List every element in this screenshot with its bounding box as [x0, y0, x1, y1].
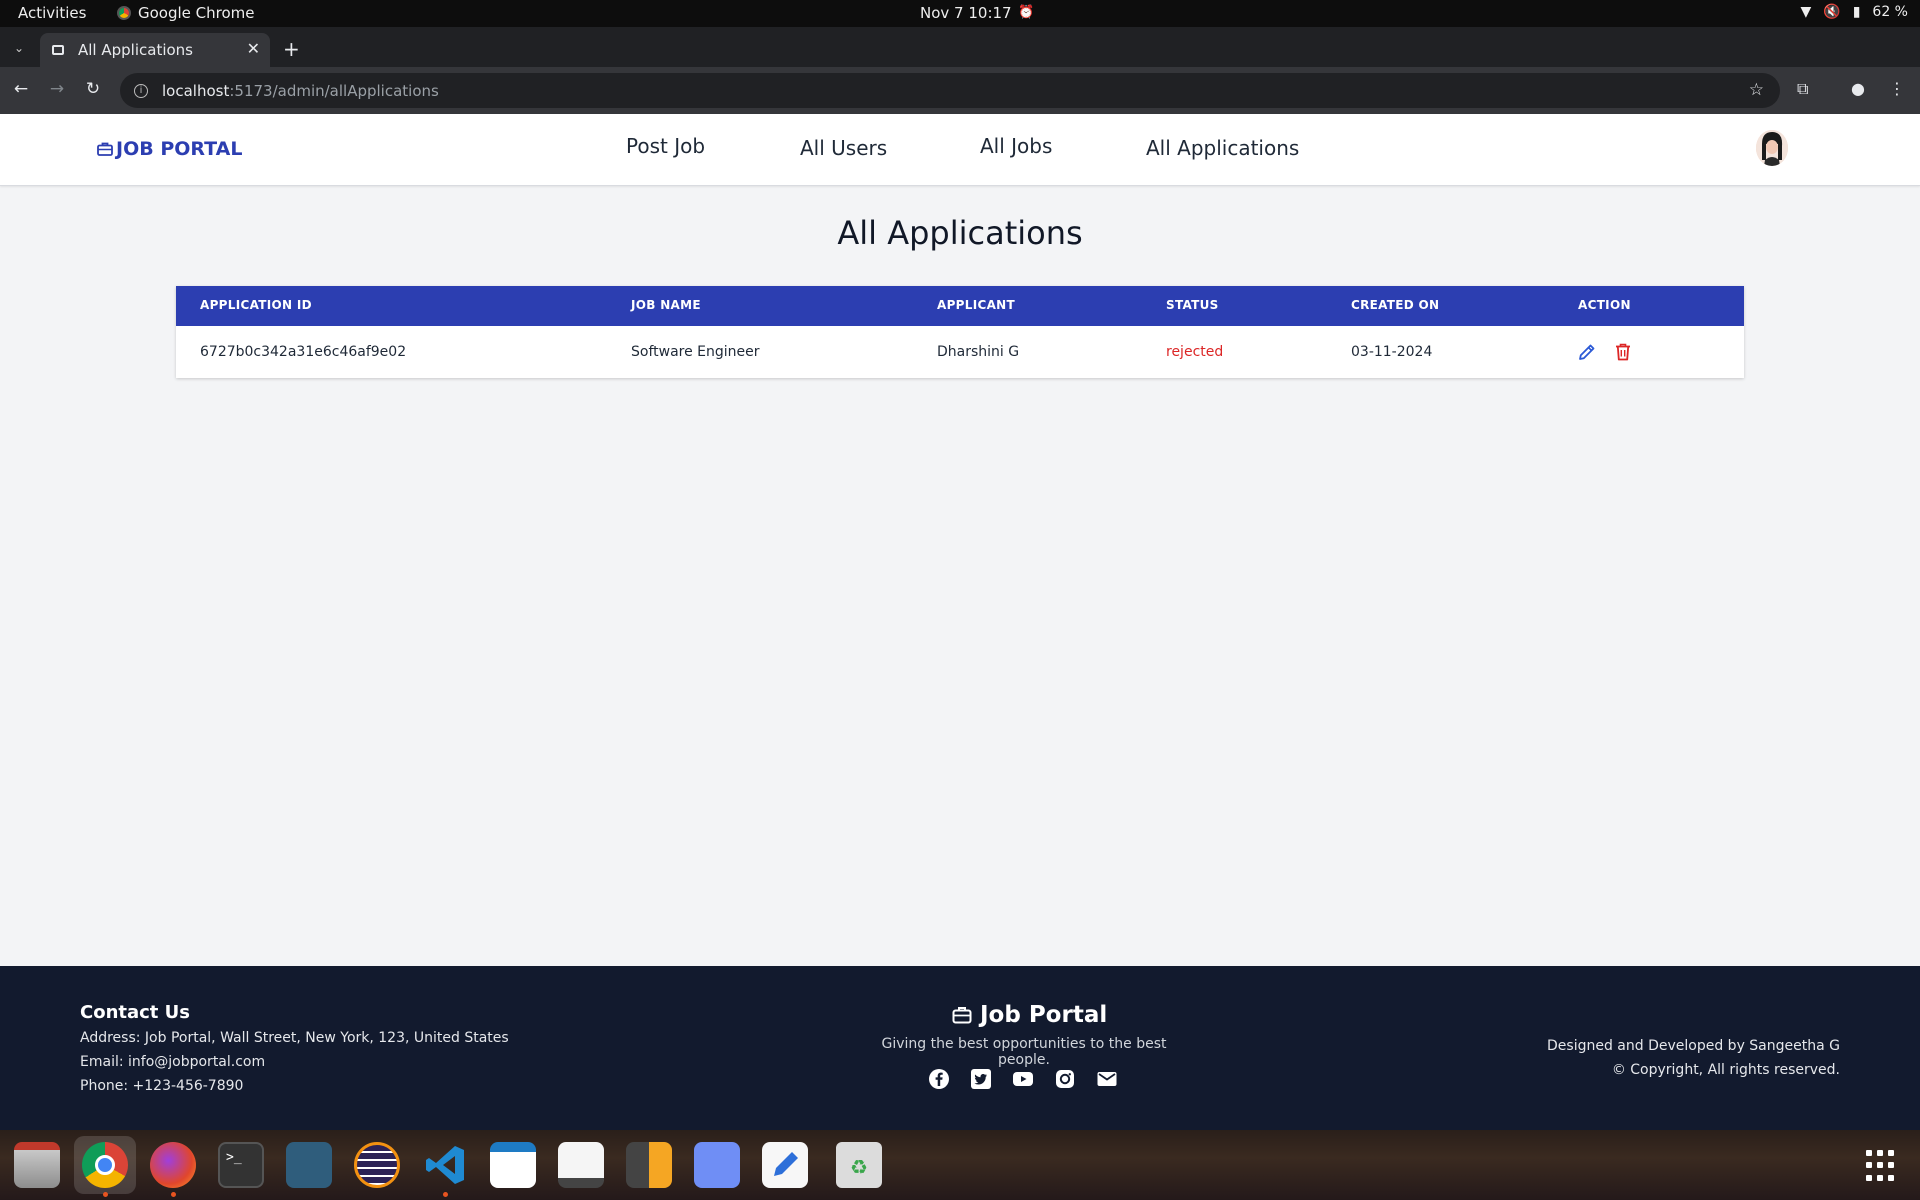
briefcase-icon	[52, 45, 64, 55]
running-indicator	[103, 1192, 108, 1197]
web-page: JOB PORTAL Post Job All Users All Jobs A…	[0, 114, 1920, 966]
tab-strip: ⌄ All Applications ✕ +	[0, 27, 1920, 67]
cell-created-on: 03-11-2024	[1351, 344, 1433, 360]
briefcase-icon	[97, 142, 113, 156]
footer-brand: Job Portal	[952, 1002, 1107, 1028]
brand-text: JOB PORTAL	[116, 138, 243, 160]
status-badge: rejected	[1166, 344, 1224, 360]
volume-muted-icon: 🔇	[1823, 4, 1841, 20]
nav-all-users[interactable]: All Users	[800, 136, 887, 160]
chrome-icon	[117, 6, 131, 20]
close-icon[interactable]: ✕	[247, 39, 260, 58]
chrome-icon[interactable]	[82, 1142, 128, 1188]
extensions-icon[interactable]: ⧉	[1797, 79, 1808, 99]
clock[interactable]: Nov 7 10:17	[920, 4, 1012, 22]
cell-application-id: 6727b0c342a31e6c46af9e02	[200, 344, 407, 360]
libreoffice-impress-icon[interactable]	[490, 1142, 536, 1188]
footer-address: Address: Job Portal, Wall Street, New Yo…	[80, 1030, 509, 1046]
footer-copyright: © Copyright, All rights reserved.	[1611, 1062, 1840, 1078]
show-apps-icon[interactable]	[1866, 1150, 1898, 1182]
running-indicator	[171, 1192, 176, 1197]
footer-phone: Phone: +123-456-7890	[80, 1078, 244, 1094]
site-navbar: JOB PORTAL Post Job All Users All Jobs A…	[0, 114, 1920, 186]
nav-all-jobs[interactable]: All Jobs	[980, 134, 1052, 158]
table-row: 6727b0c342a31e6c46af9e02 Software Engine…	[176, 326, 1744, 378]
cell-applicant: Dharshini G	[937, 344, 1020, 360]
bookmark-star-icon[interactable]: ☆	[1749, 80, 1764, 100]
column-header-created-on: CREATED ON	[1351, 298, 1440, 312]
tab-search-button[interactable]: ⌄	[6, 35, 32, 61]
address-bar[interactable]: i localhost :5173/admin/allApplications …	[120, 73, 1780, 108]
ubuntu-dock: >_ ♻	[0, 1130, 1920, 1200]
delete-button[interactable]	[1613, 342, 1633, 362]
youtube-icon[interactable]	[1012, 1068, 1034, 1090]
trash-icon[interactable]: ♻	[836, 1142, 882, 1188]
mail-icon[interactable]	[1096, 1068, 1118, 1090]
facebook-icon[interactable]	[928, 1068, 950, 1090]
page-title: All Applications	[837, 214, 1083, 252]
avatar[interactable]	[1756, 130, 1788, 166]
column-header-action: ACTION	[1578, 298, 1631, 312]
footer-credit: Designed and Developed by Sangeetha G	[1547, 1038, 1840, 1054]
battery-icon: ▮	[1852, 4, 1861, 20]
forward-icon[interactable]: →	[46, 79, 68, 99]
app-name: Google Chrome	[138, 4, 255, 22]
calculator-icon[interactable]	[626, 1142, 672, 1188]
site-footer: Contact Us Address: Job Portal, Wall Str…	[0, 966, 1920, 1130]
nav-all-applications[interactable]: All Applications	[1146, 136, 1299, 160]
tab-title: All Applications	[78, 41, 193, 59]
nav-post-job[interactable]: Post Job	[626, 134, 705, 158]
alarm-icon: ⏰	[1018, 5, 1035, 20]
vscode-icon[interactable]	[422, 1142, 468, 1188]
mysql-workbench-icon[interactable]	[286, 1142, 332, 1188]
twitter-icon[interactable]	[970, 1068, 992, 1090]
edit-button[interactable]	[1577, 342, 1597, 362]
browser-tab[interactable]: All Applications ✕	[40, 33, 270, 67]
kebab-menu-icon[interactable]: ⋮	[1889, 79, 1905, 98]
column-header-status: STATUS	[1166, 298, 1219, 312]
site-info-icon[interactable]: i	[134, 83, 148, 98]
text-editor-icon[interactable]	[762, 1142, 808, 1188]
cell-job-name: Software Engineer	[631, 344, 760, 360]
site-logo[interactable]: JOB PORTAL	[97, 138, 242, 160]
avatar-image	[1756, 130, 1788, 166]
wifi-icon: ▼	[1800, 4, 1812, 20]
column-header-application-id: APPLICATION ID	[200, 298, 312, 312]
eclipse-icon[interactable]	[354, 1142, 400, 1188]
briefcase-icon	[952, 1007, 972, 1024]
svg-text:♻: ♻	[850, 1155, 868, 1179]
running-indicator	[443, 1192, 448, 1197]
pencil-icon	[1579, 344, 1595, 360]
system-tray[interactable]: ▼ 🔇 ▮ 62 %	[1800, 4, 1908, 20]
column-header-job-name: JOB NAME	[631, 298, 701, 312]
footer-email: Email: info@jobportal.com	[80, 1054, 266, 1070]
table-header: APPLICATION ID JOB NAME APPLICANT STATUS…	[176, 286, 1744, 326]
applications-table: APPLICATION ID JOB NAME APPLICANT STATUS…	[176, 286, 1744, 378]
back-icon[interactable]: ←	[10, 79, 32, 99]
reload-icon[interactable]: ↻	[82, 79, 104, 99]
terminal-icon[interactable]: >_	[218, 1142, 264, 1188]
firefox-icon[interactable]	[150, 1142, 196, 1188]
activities-button[interactable]: Activities	[18, 4, 86, 22]
document-viewer-icon[interactable]	[558, 1142, 604, 1188]
system-top-bar: Activities Google Chrome Nov 7 10:17 ⏰ ▼…	[0, 0, 1920, 27]
footer-brand-text: Job Portal	[980, 1002, 1108, 1028]
footer-tagline: Giving the best opportunities to the bes…	[881, 1036, 1167, 1068]
url-path: :5173/admin/allApplications	[229, 81, 439, 100]
new-tab-button[interactable]: +	[283, 37, 300, 61]
url-host: localhost	[162, 81, 230, 100]
browser-toolbar: ← → ↻ i localhost :5173/admin/allApplica…	[0, 67, 1920, 114]
profile-icon[interactable]: ●	[1851, 79, 1865, 98]
files-icon[interactable]	[14, 1142, 60, 1188]
app-menu[interactable]: Google Chrome	[117, 4, 255, 22]
column-header-applicant: APPLICANT	[937, 298, 1016, 312]
footer-contact-title: Contact Us	[80, 1002, 191, 1023]
instagram-icon[interactable]	[1054, 1068, 1076, 1090]
battery-level: 62 %	[1872, 4, 1908, 20]
trash-icon	[1616, 343, 1630, 361]
tasks-icon[interactable]	[694, 1142, 740, 1188]
